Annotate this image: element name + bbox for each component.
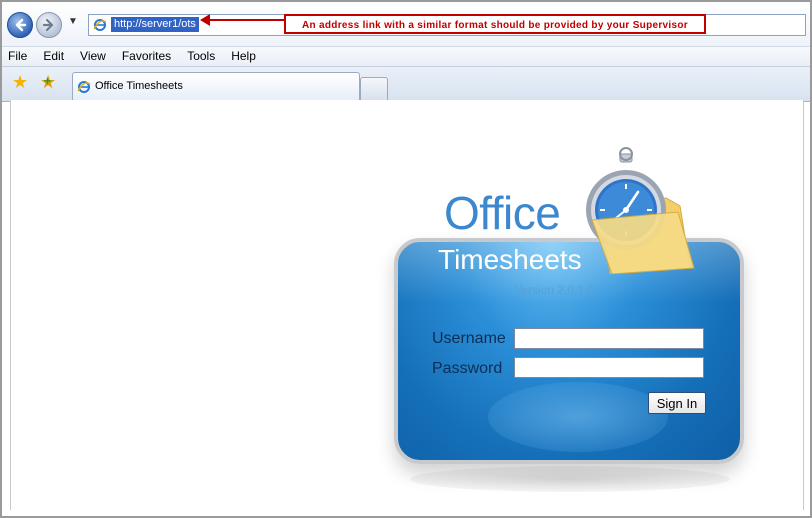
username-label: Username — [432, 330, 506, 347]
panel-shadow — [410, 466, 730, 492]
tab-title: Office Timesheets — [95, 80, 183, 92]
menu-tools[interactable]: Tools — [179, 47, 223, 65]
forward-arrow-icon — [42, 18, 54, 32]
back-button[interactable] — [7, 12, 33, 38]
menu-edit[interactable]: Edit — [35, 47, 72, 65]
annotation-arrow — [208, 19, 284, 21]
ie-page-icon — [93, 19, 107, 31]
app-title: Timesheets — [438, 244, 582, 275]
panel-glow — [488, 382, 668, 452]
app-version: Version 2.0.1.0 — [514, 283, 595, 297]
tab-office-timesheets[interactable]: Office Timesheets — [72, 72, 360, 102]
back-arrow-icon — [15, 18, 27, 32]
menu-favorites[interactable]: Favorites — [114, 47, 179, 65]
forward-button[interactable] — [36, 12, 62, 38]
stopwatch-folder-icon — [586, 147, 695, 274]
menu-bar: File Edit View Favorites Tools Help — [2, 46, 810, 67]
history-dropdown-icon[interactable]: ▼ — [68, 16, 78, 27]
star-icon[interactable]: ★ — [12, 73, 28, 91]
username-input[interactable] — [514, 328, 704, 349]
address-bar-row: ▼ http://server1/ots An address link wit… — [2, 2, 810, 46]
new-tab-button[interactable] — [360, 77, 388, 100]
password-label: Password — [432, 360, 503, 377]
address-url[interactable]: http://server1/ots — [111, 17, 199, 32]
menu-file[interactable]: File — [2, 47, 35, 65]
add-favorite-icon[interactable]: ★ + — [40, 73, 56, 91]
ie-page-icon — [77, 81, 91, 93]
tab-bar: ★ ★ + Office Timesheets — [2, 66, 810, 102]
menu-view[interactable]: View — [72, 47, 114, 65]
menu-help[interactable]: Help — [223, 47, 264, 65]
annotation-callout: An address link with a similar format sh… — [284, 14, 706, 34]
logo-office-text: Office — [444, 187, 561, 239]
sign-in-button[interactable]: Sign In — [648, 392, 706, 414]
password-input[interactable] — [514, 357, 704, 378]
